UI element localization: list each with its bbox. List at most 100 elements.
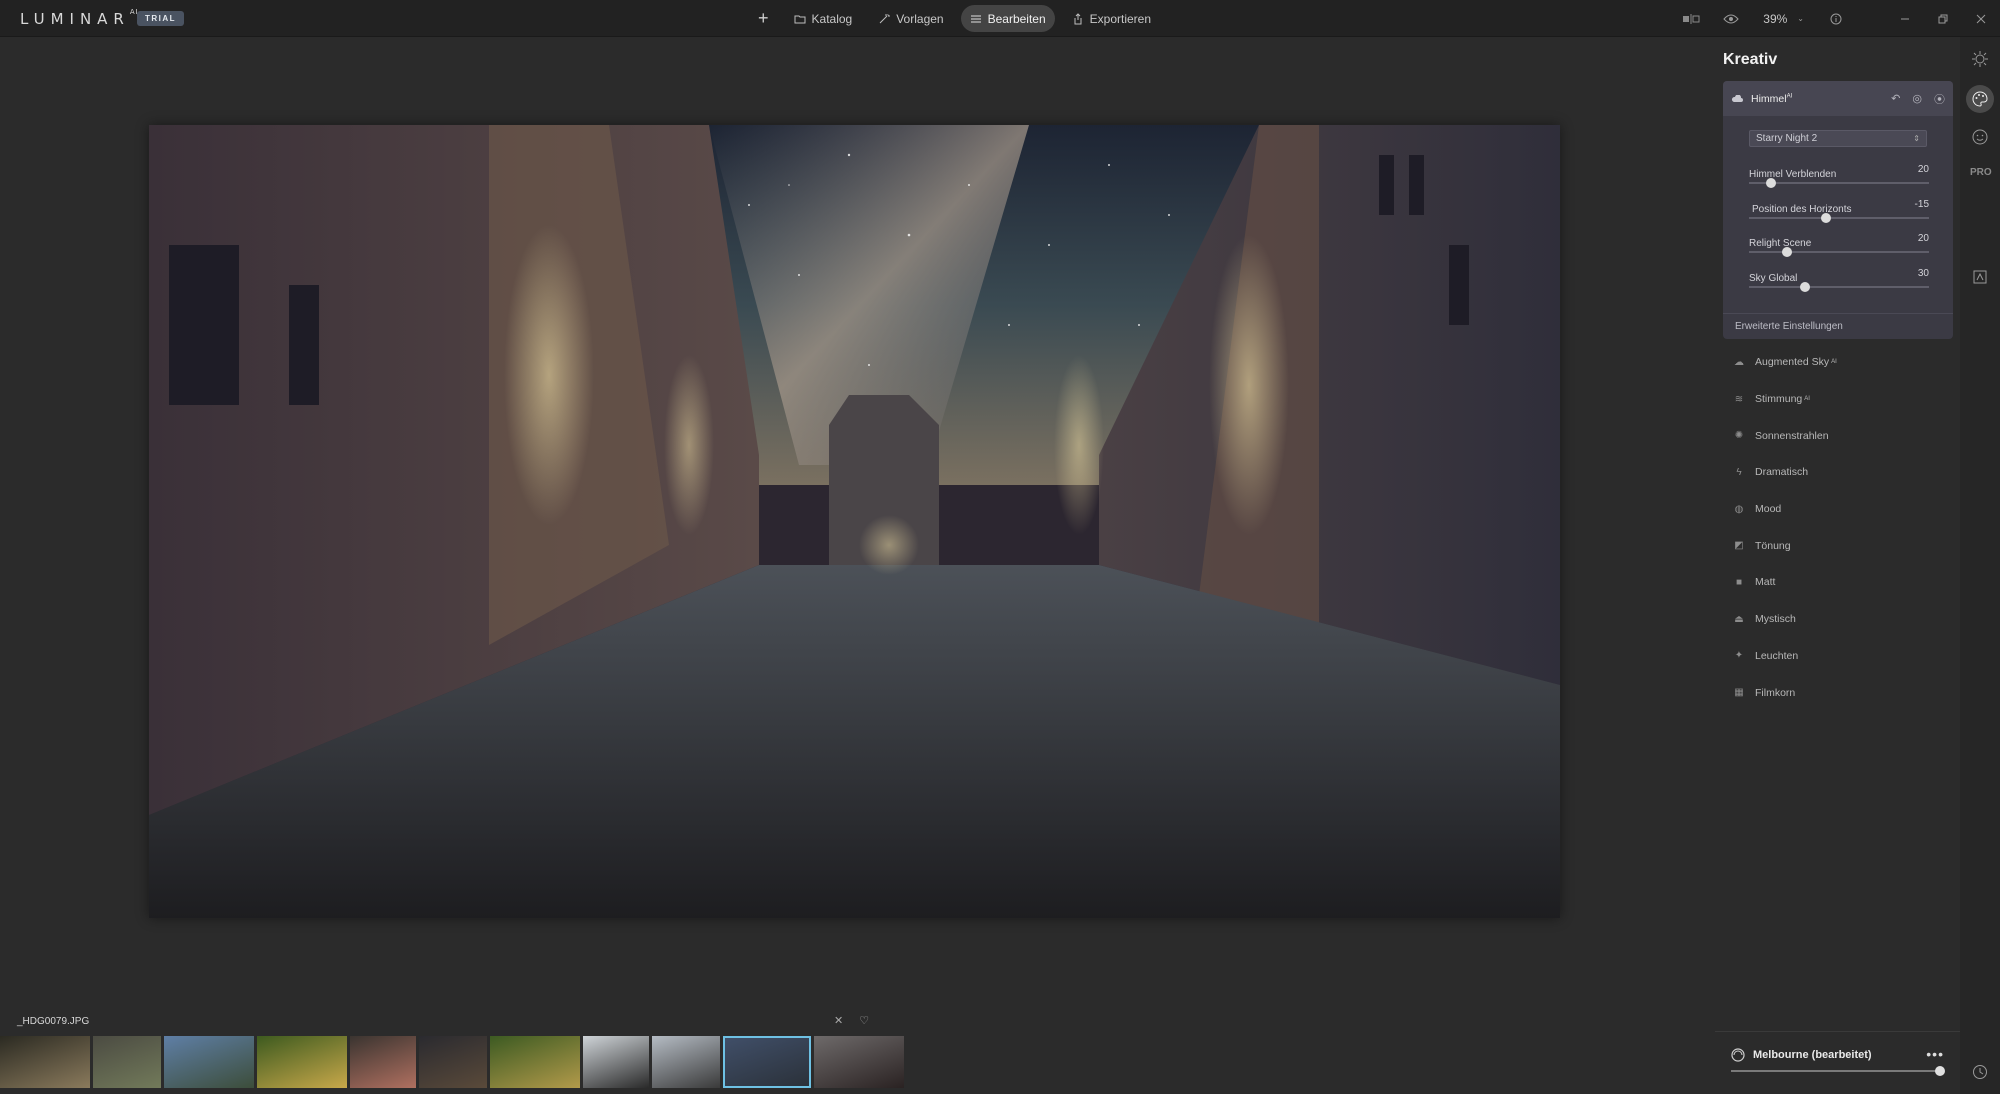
sun-icon: ✺ (1734, 430, 1744, 442)
local-masking-icon[interactable] (1968, 265, 1992, 289)
favorite-heart-icon[interactable]: ♡ (859, 1014, 869, 1027)
lines-icon: ≋ (1734, 393, 1744, 405)
sky-card-header[interactable]: HimmelAI ↶ ◎ ⦿ (1723, 81, 1953, 116)
filmstrip-thumbnail[interactable] (0, 1036, 90, 1088)
slider-track[interactable] (1749, 217, 1929, 219)
slider-thumb[interactable] (1799, 282, 1810, 292)
tool-label: Stimmung (1755, 393, 1803, 406)
tab-exportieren[interactable]: Exportieren (1063, 5, 1160, 32)
visibility-toggle-icon[interactable]: ⦿ (1934, 91, 1945, 107)
slider-track[interactable] (1749, 182, 1929, 184)
undo-icon[interactable]: ↶ (1891, 92, 1900, 105)
tab-bearbeiten[interactable]: Bearbeiten (960, 5, 1055, 32)
tool-label: Dramatisch (1755, 466, 1809, 479)
info-icon[interactable] (1816, 0, 1856, 37)
pro-tools-icon[interactable]: PRO (1970, 167, 1992, 178)
tool-label: Leuchten (1755, 649, 1799, 662)
sparkle-icon: ✦ (1734, 650, 1744, 662)
slider-track[interactable] (1749, 286, 1929, 288)
tool-leuchten[interactable]: ✦ Leuchten (1723, 638, 1953, 675)
zoom-dropdown[interactable]: 39% ⌄ (1751, 12, 1816, 26)
slider-sky-global[interactable]: Sky Global 30 (1749, 268, 1929, 292)
compare-icon[interactable] (1671, 0, 1711, 37)
panel-title: Kreativ (1723, 51, 1778, 68)
top-right-controls: 39% ⌄ (1671, 0, 2000, 37)
creative-palette-icon[interactable] (1966, 85, 1994, 113)
tool-dramatisch[interactable]: ϟ Dramatisch (1723, 454, 1953, 491)
sky-selection-dropdown[interactable]: Starry Night 2 ⇕ (1749, 130, 1927, 147)
restore-icon[interactable] (1924, 0, 1962, 37)
tool-label: Tönung (1755, 539, 1791, 552)
export-icon (1074, 12, 1082, 24)
filmstrip-thumbnail[interactable] (93, 1036, 161, 1088)
slider-thumb[interactable] (1821, 213, 1832, 223)
bucket-icon: ◩ (1734, 540, 1744, 552)
reject-x-icon[interactable]: ✕ (834, 1014, 843, 1027)
filmstrip-thumbnail[interactable] (652, 1036, 720, 1088)
filmstrip-thumbnail[interactable] (350, 1036, 416, 1088)
filmstrip-thumbnail[interactable] (257, 1036, 347, 1088)
sky-card-actions: ↶ ◎ ⦿ (1891, 91, 1945, 107)
tab-vorlagen[interactable]: Vorlagen (869, 5, 952, 32)
erase-icon[interactable]: ◎ (1912, 92, 1922, 105)
tool-label: Augmented Sky (1755, 356, 1830, 369)
essentials-sun-icon[interactable] (1968, 47, 1992, 71)
preset-amount-track[interactable] (1731, 1070, 1941, 1072)
slider-value: -15 (1914, 199, 1929, 210)
portrait-face-icon[interactable] (1968, 125, 1992, 149)
filmstrip-thumbnail[interactable] (164, 1036, 254, 1088)
minimize-icon[interactable] (1886, 0, 1924, 37)
preset-amount-thumb[interactable] (1935, 1066, 1945, 1076)
close-icon[interactable] (1962, 0, 2000, 37)
trial-badge: TRIAL (137, 11, 185, 26)
sky-card-name-text: Himmel (1751, 92, 1787, 105)
preset-bar: Melbourne (bearbeitet) ••• (1715, 1031, 1960, 1094)
slider-label: Relight Scene (1749, 238, 1812, 249)
tool-matt[interactable]: ■ Matt (1723, 564, 1953, 601)
filmstrip-thumbnail[interactable] (723, 1036, 811, 1088)
tool-label: Matt (1755, 576, 1776, 589)
slider-track[interactable] (1749, 251, 1929, 253)
tab-katalog[interactable]: Katalog (785, 5, 862, 32)
slider-position-des-horizonts[interactable]: Position des Horizonts -15 (1749, 199, 1929, 223)
eye-icon[interactable] (1711, 0, 1751, 37)
slider-himmel-verblenden[interactable]: Himmel Verblenden 20 (1749, 164, 1929, 188)
slider-label: Position des Horizonts (1752, 204, 1852, 215)
preset-name: Melbourne (bearbeitet) (1753, 1049, 1872, 1061)
main-photo-canvas[interactable] (149, 125, 1560, 918)
slider-thumb[interactable] (1765, 178, 1776, 188)
tool-mystisch[interactable]: ⏏ Mystisch (1723, 601, 1953, 638)
filmstrip-thumbnail[interactable] (583, 1036, 649, 1088)
filmstrip-thumbnail[interactable] (490, 1036, 580, 1088)
tool-mood[interactable]: ◍ Mood (1723, 491, 1953, 528)
preset-name-row[interactable]: Melbourne (bearbeitet) (1731, 1048, 1872, 1062)
tool-stimmung[interactable]: ≋ Stimmung AI (1723, 381, 1953, 418)
updown-chevron-icon: ⇕ (1913, 134, 1920, 143)
filmstrip-thumbnail[interactable] (814, 1036, 904, 1088)
preset-more-icon[interactable]: ••• (1926, 1046, 1944, 1062)
history-clock-icon[interactable] (1968, 1060, 1992, 1084)
top-bar: LUMINARAI TRIAL + Katalog Vorlagen Bearb… (0, 0, 2000, 37)
tool-list: ☁ Augmented Sky AI ≋ Stimmung AI ✺ Sonnenstra… (1723, 344, 1953, 711)
tool-label: Mood (1755, 503, 1782, 516)
sky-selection-value: Starry Night 2 (1756, 133, 1818, 144)
tool-filmkorn[interactable]: ▦ Filmkorn (1723, 674, 1953, 711)
square-icon: ■ (1735, 576, 1743, 588)
advanced-settings-link[interactable]: Erweiterte Einstellungen (1723, 313, 1953, 339)
tool-sonnenstrahlen[interactable]: ✺ Sonnenstrahlen (1723, 417, 1953, 454)
cloud-icon: ☁ (1734, 356, 1744, 368)
sky-ai-card: HimmelAI ↶ ◎ ⦿ Starry Night 2 ⇕ Himmel V… (1723, 81, 1953, 339)
zoom-value: 39% (1763, 11, 1788, 26)
tool-toenung[interactable]: ◩ Tönung (1723, 527, 1953, 564)
filmstrip-thumbnail[interactable] (419, 1036, 487, 1088)
main-nav: + Katalog Vorlagen Bearbeiten Exportiere… (750, 5, 1160, 32)
bolt-icon: ϟ (1736, 466, 1742, 478)
add-photos-button[interactable]: + (750, 5, 777, 32)
tool-augmented-sky[interactable]: ☁ Augmented Sky AI (1723, 344, 1953, 381)
slider-thumb[interactable] (1781, 247, 1792, 257)
slider-relight-scene[interactable]: Relight Scene 20 (1749, 233, 1929, 257)
cloud-icon (1731, 94, 1743, 102)
filmstrip-actions: ✕ ♡ (834, 1014, 869, 1027)
tool-sup: AI (1804, 396, 1810, 403)
tool-sup: AI (1831, 359, 1837, 366)
